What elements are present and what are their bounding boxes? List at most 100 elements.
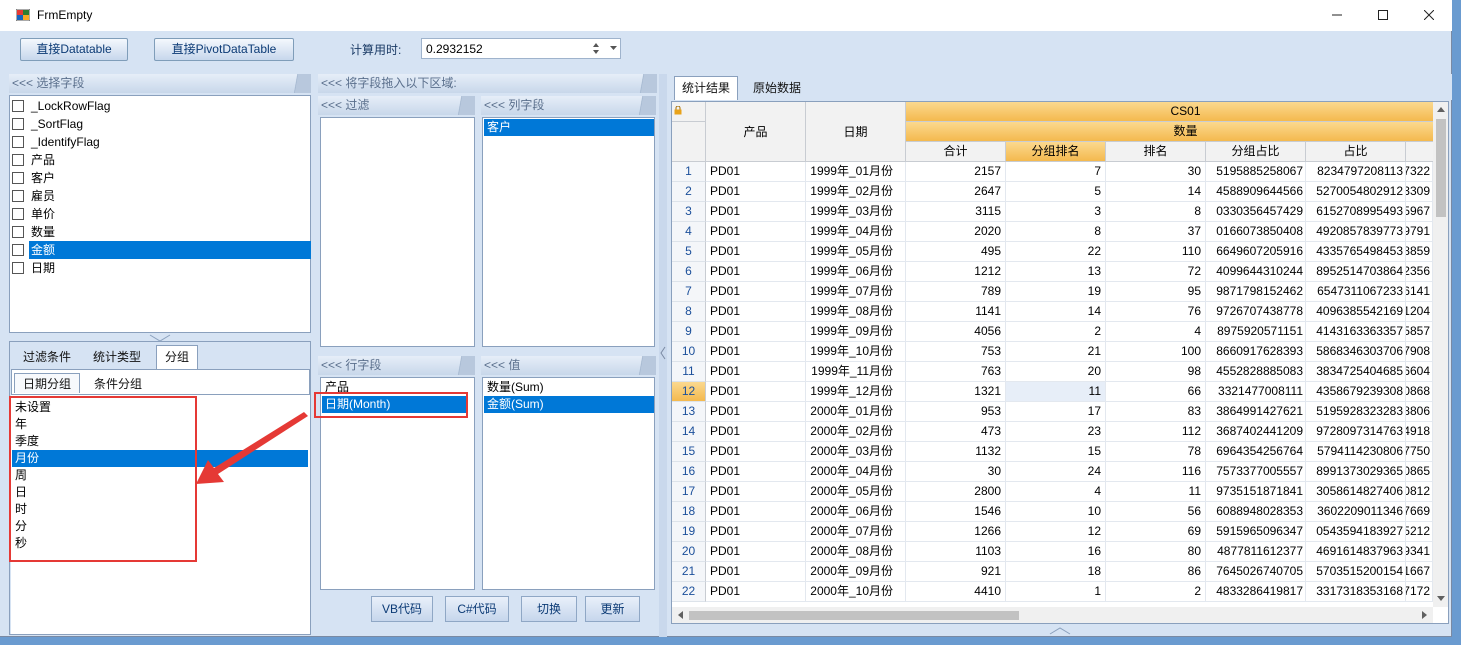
grid-cell[interactable]: 763 (906, 362, 1006, 382)
row-number[interactable]: 6 (672, 262, 706, 282)
grid-cell[interactable]: 3115 (906, 202, 1006, 222)
col-header-rank[interactable]: 排名 (1106, 142, 1206, 162)
grid-cell[interactable]: 0166073850408 (1206, 222, 1306, 242)
grid-cell[interactable]: 2000年_07月份 (806, 522, 906, 542)
grid-cell[interactable]: 4552828885083 (1206, 362, 1306, 382)
grid-cell[interactable]: 3834725404685 (1306, 362, 1406, 382)
grid-cell[interactable]: 1999年_09月份 (806, 322, 906, 342)
grid-cell[interactable]: 11 (1106, 482, 1206, 502)
grid-cell[interactable]: 5915965096347 (1206, 522, 1306, 542)
csharp-code-button[interactable]: C#代码 (445, 596, 509, 622)
grid-cell[interactable]: 1266 (906, 522, 1006, 542)
refresh-button[interactable]: 更新 (585, 596, 640, 622)
grid-cell[interactable]: 5195885258067 (1206, 162, 1306, 182)
grid-cell[interactable]: 2000年_08月份 (806, 542, 906, 562)
grid-cell[interactable]: PD01 (706, 262, 806, 282)
field-item[interactable]: 产品 (11, 151, 309, 169)
grid-cell[interactable]: 1132 (906, 442, 1006, 462)
grid-cell[interactable]: 8952514703864 (1306, 262, 1406, 282)
grid-cell[interactable]: PD01 (706, 542, 806, 562)
tab-raw-data[interactable]: 原始数据 (744, 78, 810, 98)
grid-cell[interactable]: 1103 (906, 542, 1006, 562)
grid-cell[interactable]: 6141 (1406, 282, 1433, 302)
scroll-down-icon[interactable] (1437, 596, 1445, 602)
grid-cell[interactable]: PD01 (706, 302, 806, 322)
grid-cell[interactable]: 24 (1006, 462, 1106, 482)
checkbox[interactable] (12, 136, 24, 148)
grid-cell[interactable]: 23 (1006, 422, 1106, 442)
grid-cell[interactable]: 2 (1006, 322, 1106, 342)
grid-cell[interactable]: 0812 (1406, 482, 1433, 502)
grid-cell[interactable]: 66 (1106, 382, 1206, 402)
grid-cell[interactable]: 80 (1106, 542, 1206, 562)
grid-cell[interactable]: 5857 (1406, 322, 1433, 342)
grid-cell[interactable]: 21 (1006, 342, 1106, 362)
band-header-qty[interactable]: 数量 (906, 122, 1448, 142)
grid-cell[interactable]: 1999年_08月份 (806, 302, 906, 322)
grid-cell[interactable]: PD01 (706, 242, 806, 262)
grid-cell[interactable]: 1999年_07月份 (806, 282, 906, 302)
grid-cell[interactable]: 4 (1106, 322, 1206, 342)
grid-cell[interactable]: 2000年_05月份 (806, 482, 906, 502)
grid-cell[interactable]: 0543594183927 (1306, 522, 1406, 542)
grid-cell[interactable]: 1204 (1406, 302, 1433, 322)
grid-cell[interactable]: 5195928323283 (1306, 402, 1406, 422)
grid-cell[interactable]: 78 (1106, 442, 1206, 462)
grid-cell[interactable]: 7322 (1406, 162, 1433, 182)
checkbox[interactable] (12, 208, 24, 220)
field-item[interactable]: 金额 (11, 241, 311, 259)
grid-cell[interactable]: 13 (1006, 262, 1106, 282)
grid-cell[interactable]: PD01 (706, 322, 806, 342)
grid-cell[interactable]: 95 (1106, 282, 1206, 302)
grid-cell[interactable]: PD01 (706, 482, 806, 502)
grid-cell[interactable]: PD01 (706, 462, 806, 482)
col-header-date[interactable]: 日期 (806, 102, 906, 162)
grid-cell[interactable]: 2157 (906, 162, 1006, 182)
grid-cell[interactable]: 4335765498453 (1306, 242, 1406, 262)
direct-pivot-button[interactable]: 直接PivotDataTable (154, 38, 294, 61)
row-number[interactable]: 12 (672, 382, 706, 402)
grid-cell[interactable]: 3309 (1406, 182, 1433, 202)
grid-cell[interactable]: PD01 (706, 502, 806, 522)
grid-cell[interactable]: 9735151871841 (1206, 482, 1306, 502)
checkbox[interactable] (12, 172, 24, 184)
grid-cell[interactable]: 5 (1006, 182, 1106, 202)
grid-cell[interactable]: 8 (1006, 222, 1106, 242)
subtab-condition-group[interactable]: 条件分组 (86, 374, 150, 394)
checkbox[interactable] (12, 118, 24, 130)
grid-cell[interactable]: 116 (1106, 462, 1206, 482)
grid-cell[interactable]: 5270054802912 (1306, 182, 1406, 202)
grid-cell[interactable]: 2000年_09月份 (806, 562, 906, 582)
grid-cell[interactable]: 30 (906, 462, 1006, 482)
grid-cell[interactable]: 1999年_12月份 (806, 382, 906, 402)
checkbox[interactable] (12, 154, 24, 166)
pivot-grid[interactable]: 产品 日期 CS01 数量 合计 分组排名 排名 分组占比 占比 1 PD01 19… (671, 101, 1449, 624)
grid-cell[interactable]: 921 (906, 562, 1006, 582)
grid-cell[interactable]: 3687402441209 (1206, 422, 1306, 442)
col-header-group-rank[interactable]: 分组排名 (1006, 142, 1106, 162)
grid-cell[interactable]: 7573377005557 (1206, 462, 1306, 482)
grid-cell[interactable]: 953 (906, 402, 1006, 422)
grid-cell[interactable]: 1999年_06月份 (806, 262, 906, 282)
grid-cell[interactable]: 7645026740705 (1206, 562, 1306, 582)
column-field-item[interactable]: 客户 (484, 119, 654, 136)
grid-cell[interactable]: 18 (1006, 562, 1106, 582)
band-header-cs01[interactable]: CS01 (906, 102, 1448, 122)
grid-cell[interactable]: 1546 (906, 502, 1006, 522)
grid-cell[interactable]: 1999年_02月份 (806, 182, 906, 202)
field-item[interactable]: _SortFlag (11, 115, 309, 133)
grid-cell[interactable]: 473 (906, 422, 1006, 442)
grid-cell[interactable]: 3317318353168 (1306, 582, 1406, 602)
field-item[interactable]: 日期 (11, 259, 309, 277)
field-list[interactable]: _LockRowFlag _SortFlag _IdentifyFlag 产品 客户 雇员… (9, 95, 311, 333)
grid-cell[interactable]: 14 (1106, 182, 1206, 202)
grid-cell[interactable]: 15 (1006, 442, 1106, 462)
grid-cell[interactable]: 2000年_10月份 (806, 582, 906, 602)
grid-cell[interactable]: 6088948028353 (1206, 502, 1306, 522)
tab-group[interactable]: 分组 (156, 345, 198, 369)
grid-cell[interactable]: 4410 (906, 582, 1006, 602)
grid-cell[interactable]: 112 (1106, 422, 1206, 442)
grid-cell[interactable]: 2647 (906, 182, 1006, 202)
grid-cell[interactable]: 6152708995493 (1306, 202, 1406, 222)
grid-cell[interactable]: 6649607205916 (1206, 242, 1306, 262)
